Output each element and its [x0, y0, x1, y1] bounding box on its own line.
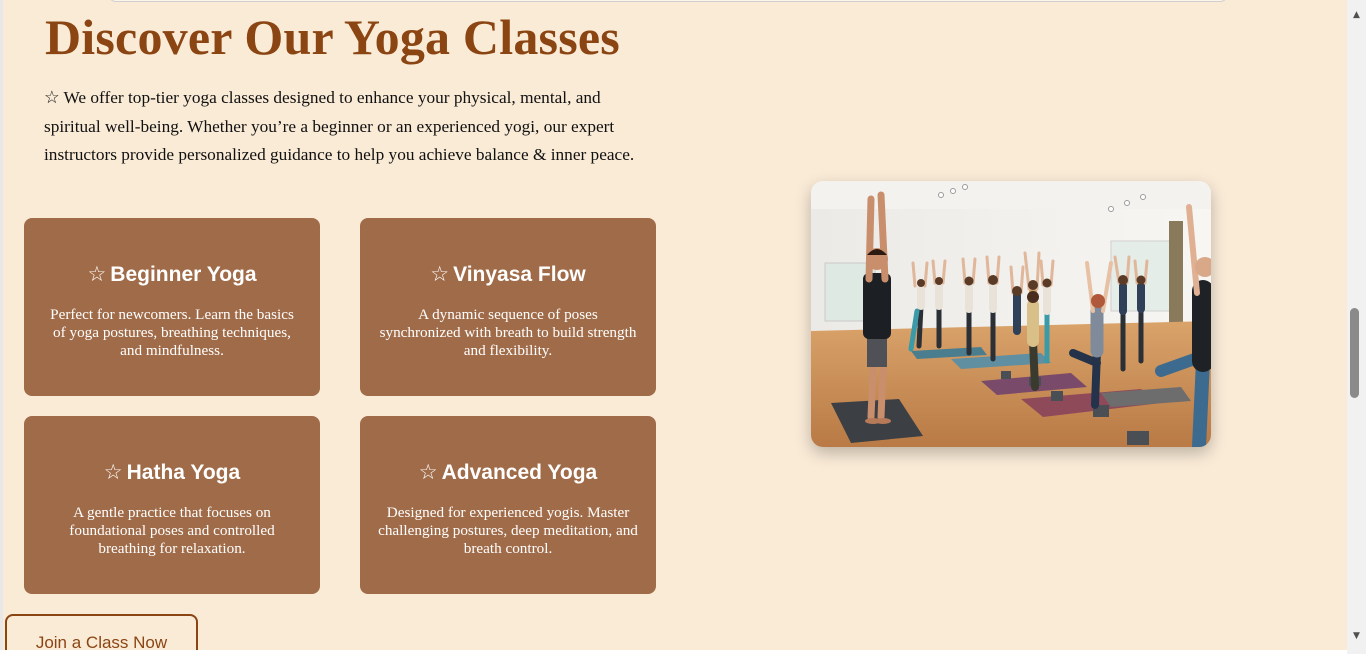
- card-title-text: Beginner Yoga: [110, 262, 257, 286]
- card-title: ☆ Beginner Yoga: [42, 262, 302, 287]
- join-class-button[interactable]: Join a Class Now: [5, 614, 198, 650]
- star-icon: ☆: [103, 461, 123, 484]
- page: Discover Our Yoga Classes ☆ We offer top…: [0, 0, 1347, 650]
- card-description: Perfect for newcomers. Learn the basics …: [50, 306, 294, 359]
- card-title: ☆ Vinyasa Flow: [378, 262, 638, 287]
- class-card-hatha[interactable]: ☆ Hatha Yoga A gentle practice that focu…: [24, 416, 320, 594]
- card-description: A gentle practice that focuses on founda…: [69, 504, 275, 557]
- card-description: Designed for experienced yogis. Master c…: [378, 504, 638, 557]
- scroll-down-arrow-icon[interactable]: ▼: [1347, 627, 1366, 645]
- scroll-up-arrow-icon[interactable]: ▲: [1347, 6, 1366, 24]
- class-card-beginner[interactable]: ☆ Beginner Yoga Perfect for newcomers. L…: [24, 218, 320, 396]
- card-title-text: Vinyasa Flow: [453, 262, 586, 286]
- card-title: ☆ Hatha Yoga: [42, 460, 302, 485]
- intro-text: ☆ We offer top-tier yoga classes designe…: [44, 88, 635, 165]
- card-title-text: Hatha Yoga: [126, 460, 241, 484]
- card-title: ☆ Advanced Yoga: [378, 460, 638, 485]
- star-icon: ☆: [430, 263, 450, 286]
- yoga-class-photo: [811, 181, 1211, 447]
- card-title-text: Advanced Yoga: [441, 460, 598, 484]
- star-icon: ☆: [87, 263, 107, 286]
- class-card-advanced[interactable]: ☆ Advanced Yoga Designed for experienced…: [360, 416, 656, 594]
- card-description: A dynamic sequence of poses synchronized…: [379, 306, 637, 359]
- star-icon: ☆: [418, 461, 438, 484]
- class-card-vinyasa[interactable]: ☆ Vinyasa Flow A dynamic sequence of pos…: [360, 218, 656, 396]
- top-bar-edge: [108, 0, 1228, 2]
- vertical-scrollbar[interactable]: ▲ ▼: [1347, 0, 1366, 654]
- page-title: Discover Our Yoga Classes: [45, 9, 620, 65]
- scrollbar-thumb[interactable]: [1350, 308, 1359, 398]
